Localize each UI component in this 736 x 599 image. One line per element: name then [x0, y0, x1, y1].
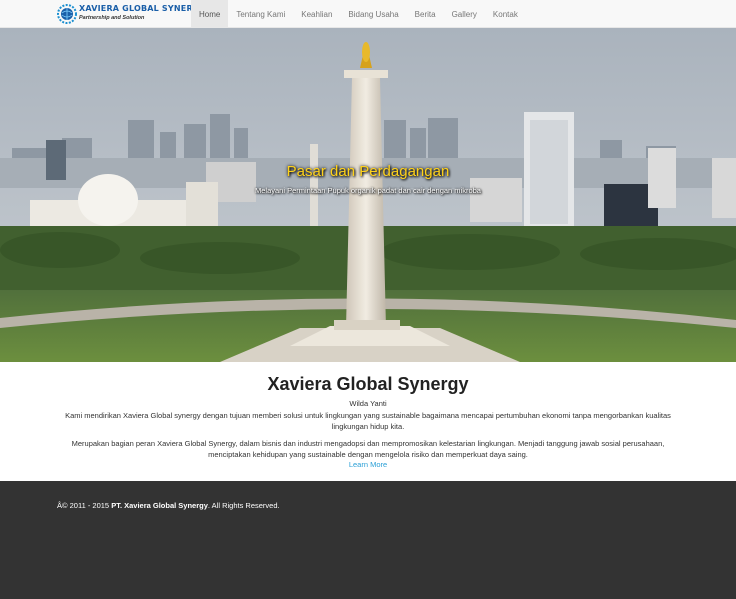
- nav-item-kontak[interactable]: Kontak: [485, 0, 526, 28]
- nav-item-tentang-kami[interactable]: Tentang Kami: [228, 0, 293, 28]
- author-name: Wilda Yanti: [349, 399, 387, 408]
- top-navbar: XAVIERA GLOBAL SYNERGY Partnership and S…: [0, 0, 736, 28]
- copyright-suffix: . All Rights Reserved.: [207, 501, 280, 510]
- about-paragraph-2: Merupakan bagian peran Xaviera Global Sy…: [71, 439, 665, 459]
- nav-item-bidang-usaha[interactable]: Bidang Usaha: [340, 0, 406, 28]
- globe-gear-logo-icon: [57, 4, 77, 24]
- copyright-text: Â© 2011 - 2015 PT. Xaviera Global Synerg…: [57, 501, 280, 510]
- section-heading: Xaviera Global Synergy: [267, 374, 469, 394]
- about-paragraph-1: Kami mendirikan Xaviera Global synergy d…: [65, 411, 671, 431]
- brand-tagline: Partnership and Solution: [79, 15, 145, 21]
- copyright-prefix: Â© 2011 - 2015: [57, 501, 112, 510]
- company-name: PT. Xaviera Global Synergy: [111, 501, 208, 510]
- about-section: Xaviera Global Synergy Wilda Yanti Kami …: [0, 362, 736, 481]
- brand-name: XAVIERA GLOBAL SYNERGY: [79, 4, 206, 13]
- learn-more-link[interactable]: Learn More: [0, 460, 736, 469]
- nav-item-keahlian[interactable]: Keahlian: [293, 0, 340, 28]
- nav-item-berita[interactable]: Berita: [407, 0, 444, 28]
- page-footer: Â© 2011 - 2015 PT. Xaviera Global Synerg…: [0, 481, 736, 599]
- brand-logo[interactable]: XAVIERA GLOBAL SYNERGY Partnership and S…: [57, 3, 205, 25]
- city-monument-photo: [0, 28, 736, 362]
- hero-title: Pasar dan Perdagangan: [286, 163, 450, 180]
- hero-subtitle: Melayani Permintaan Pupuk organik padat …: [255, 186, 481, 195]
- nav-item-gallery[interactable]: Gallery: [444, 0, 485, 28]
- hero-banner: Pasar dan Perdagangan Melayani Permintaa…: [0, 28, 736, 362]
- nav-item-home[interactable]: Home: [191, 0, 229, 28]
- main-nav: Home Tentang Kami Keahlian Bidang Usaha …: [191, 0, 526, 28]
